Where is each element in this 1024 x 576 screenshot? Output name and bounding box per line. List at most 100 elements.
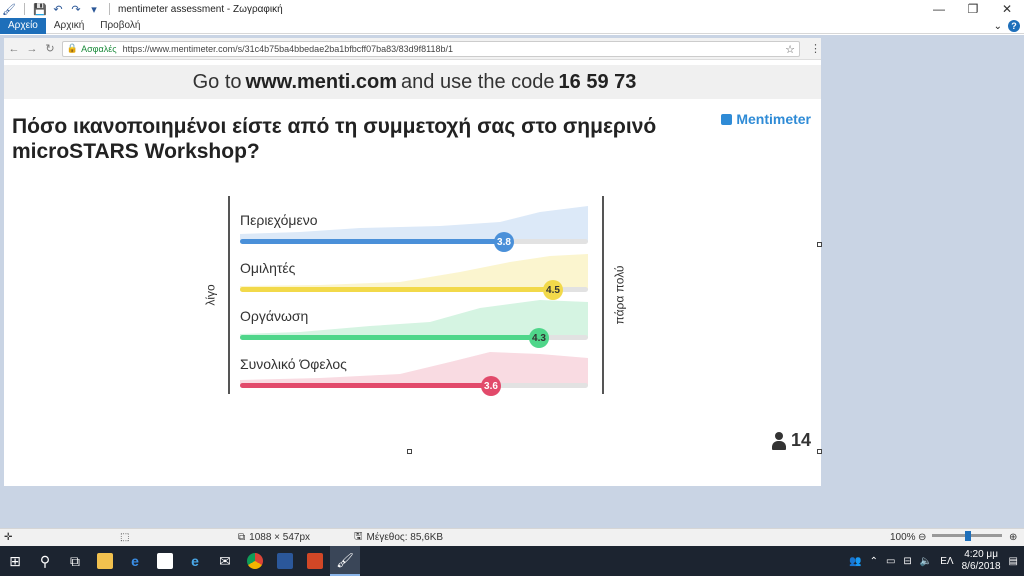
image-size-icon: ⧉ [238,532,246,543]
address-bar[interactable]: 🔒 Ασφαλές https://www.mentimeter.com/s/3… [61,40,800,57]
forward-icon[interactable]: → [26,43,38,55]
clock-date: 8/6/2018 [961,561,1001,572]
file-size: 🖫 Μέγεθος: 85,6KB [354,529,443,546]
browser-toolbar: ← → ↻ 🔒 Ασφαλές https://www.mentimeter.c… [4,38,821,60]
image-dimensions: ⧉ 1088 × 547px [238,532,310,543]
menti-site: www.menti.com [245,70,398,93]
show-hidden-icons[interactable]: ⌃ [870,556,878,567]
network-icon[interactable]: ⊟ [903,556,911,567]
powerpoint-icon[interactable] [300,546,330,576]
scale-row: Οργάνωση 4.3 [236,298,588,348]
clock[interactable]: 4:20 μμ 8/6/2018 [962,549,1001,573]
scale-high-label: πάρα πολύ [612,265,627,325]
row-label: Ομιλητές [240,260,296,276]
language-indicator[interactable]: ΕΛ [940,556,953,567]
voting-code: 16 59 73 [558,70,637,93]
participant-count: 14 [771,430,811,451]
zoom-in-button[interactable]: ⊕ [1009,532,1017,543]
url-text: https://www.mentimeter.com/s/31c4b75ba4b… [122,43,453,54]
selection-icon: ⬚ [120,532,130,543]
pasted-screenshot[interactable]: ← → ↻ 🔒 Ασφαλές https://www.mentimeter.c… [4,38,821,486]
internet-explorer-icon[interactable]: e [180,546,210,576]
scale-row: Περιεχόμενο 3.8 [236,202,588,252]
browser-menu-icon[interactable]: ⋮ [810,42,821,55]
window-controls: — ❐ ✕ [922,0,1024,18]
join-instructions: Go to www.menti.com and use the code 16 … [4,65,821,99]
system-tray: 👥 ⌃ ▭ ⊟ 🔈 ΕΛ 4:20 μμ 8/6/2018 ▤ [849,546,1018,576]
status-bar: ✛ ⬚ ⧉ 1088 × 547px 🖫 Μέγεθος: 85,6KB 100… [0,528,1024,546]
scale-right-axis [602,196,604,394]
people-icon[interactable]: 👥 [849,556,861,567]
scale-left-axis [228,196,230,394]
divider [109,3,110,15]
minimize-button[interactable]: — [922,0,956,18]
maximize-button[interactable]: ❐ [956,0,990,18]
row-label: Οργάνωση [240,308,309,324]
resize-handle[interactable] [817,242,822,247]
task-view-icon[interactable]: ⧉ [60,546,90,576]
close-button[interactable]: ✕ [990,0,1024,18]
store-icon[interactable] [150,546,180,576]
question-title: Πόσο ικανοποιημένοι είστε από τη συμμετο… [12,115,657,163]
customize-toolbar-icon[interactable]: ▾ [87,2,101,16]
tab-home[interactable]: Αρχική [46,18,92,34]
windows-taskbar: ⊞ ⚲ ⧉ e e ✉ 🖌 👥 ⌃ ▭ ⊟ 🔈 ΕΛ 4:20 μμ 8/6/2… [0,546,1024,576]
divider [24,3,25,15]
row-track: 4.3 [240,328,588,348]
mentimeter-logo: Mentimeter [721,111,811,127]
bookmark-star-icon[interactable]: ☆ [785,43,795,56]
quick-access-toolbar: 🖌 💾 ↶ ↷ ▾ [0,2,114,16]
search-icon[interactable]: ⚲ [30,546,60,576]
volume-icon[interactable]: 🔈 [920,556,932,567]
row-label: Συνολικό Όφελος [240,356,347,372]
edge-browser-icon[interactable]: e [120,546,150,576]
and-use-text: and use the code [401,70,555,93]
image-dimensions-text: 1088 × 547px [249,532,311,543]
lock-icon: 🔒 [66,43,79,53]
file-explorer-icon[interactable] [90,546,120,576]
row-value-bubble: 4.3 [529,328,549,348]
window-title: mentimeter assessment - Ζωγραφική [118,3,283,15]
undo-icon[interactable]: ↶ [51,2,65,16]
ribbon-right-controls: ⌄ ? [994,18,1020,34]
row-label: Περιεχόμενο [240,212,318,228]
tab-view[interactable]: Προβολή [92,18,148,34]
paint-taskbar-icon[interactable]: 🖌 [330,546,360,576]
cursor-position-icon: ✛ [4,532,13,543]
paint-canvas-area: ← → ↻ 🔒 Ασφαλές https://www.mentimeter.c… [0,35,1024,528]
resize-handle[interactable] [817,449,822,454]
redo-icon[interactable]: ↷ [69,2,83,16]
mentimeter-logo-icon [721,113,733,125]
person-icon [771,431,787,450]
zoom-out-button[interactable]: ⊖ [918,532,926,543]
windows-start-icon[interactable]: ⊞ [0,546,30,576]
tab-file[interactable]: Αρχείο [0,17,46,34]
row-fill [240,383,491,388]
paint-app-icon[interactable]: 🖌 [2,2,16,16]
row-track: 4.5 [240,280,588,300]
chrome-icon[interactable] [240,546,270,576]
secure-label: Ασφαλές [81,43,117,54]
back-icon[interactable]: ← [8,43,20,55]
row-track: 3.6 [240,376,588,396]
resize-handle[interactable] [407,449,412,454]
mentimeter-brand-text: Mentimeter [736,111,811,127]
collapse-ribbon-icon[interactable]: ⌄ [994,21,1002,32]
save-icon[interactable]: 💾 [33,2,47,16]
go-to-text: Go to [192,70,242,93]
word-icon[interactable] [270,546,300,576]
zoom-slider-thumb[interactable] [965,531,971,541]
scale-chart: λίγο πάρα πολύ Περιεχόμενο 3.8 Ομιλητές … [204,196,626,396]
reload-icon[interactable]: ↻ [44,42,56,55]
notifications-icon[interactable]: ▤ [1009,556,1018,567]
clock-time: 4:20 μμ [964,549,998,560]
scale-row: Συνολικό Όφελος 3.6 [236,346,588,396]
help-icon[interactable]: ? [1008,20,1020,32]
participant-number: 14 [790,430,811,450]
scale-row: Ομιλητές 4.5 [236,250,588,300]
mail-icon[interactable]: ✉ [210,546,240,576]
battery-icon[interactable]: ▭ [886,556,895,567]
row-value-bubble: 4.5 [543,280,563,300]
row-value-bubble: 3.8 [494,232,514,252]
ribbon-tabs: Αρχείο Αρχική Προβολή ⌄ ? [0,17,1024,34]
